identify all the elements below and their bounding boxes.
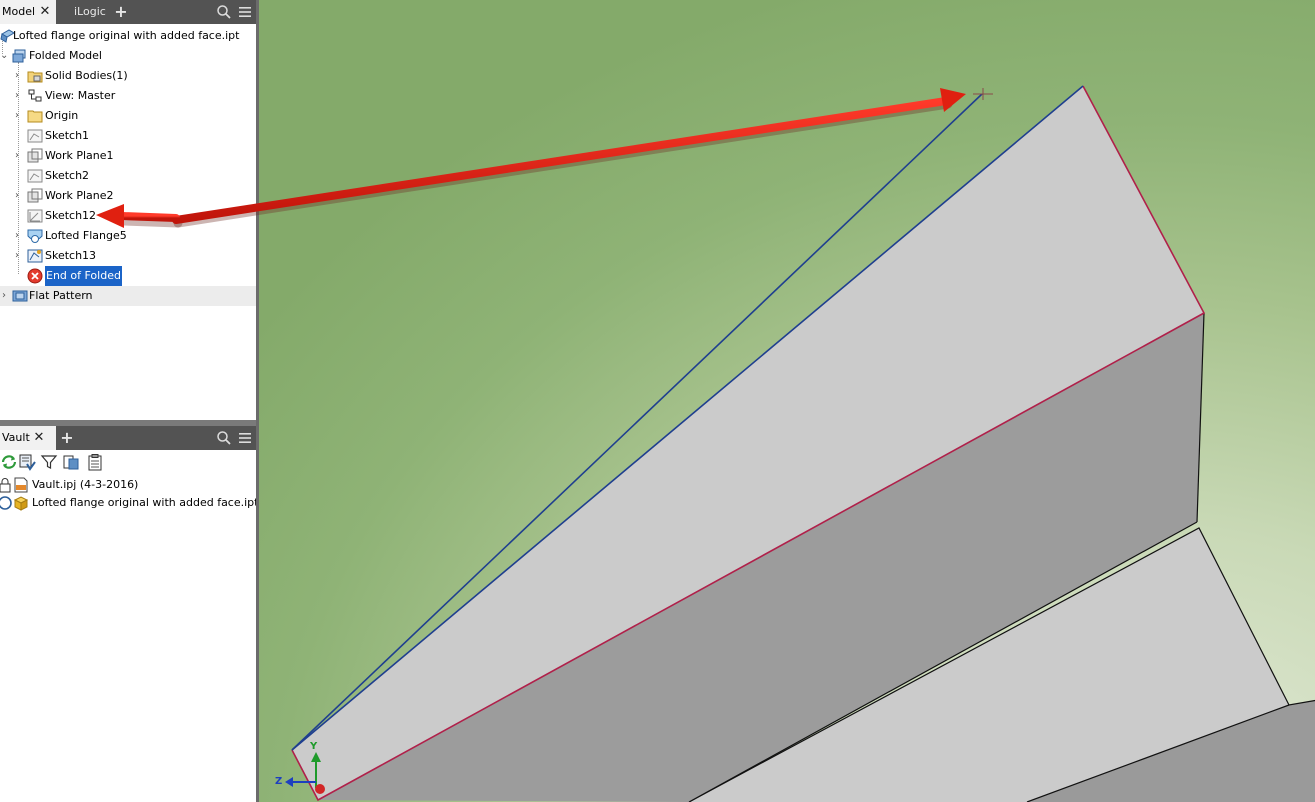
chevron-right-icon[interactable]: › (13, 226, 21, 246)
chevron-down-icon[interactable]: ⌄ (0, 46, 8, 66)
clipboard-icon[interactable] (86, 453, 104, 471)
chevron-right-icon[interactable]: › (13, 86, 21, 106)
origin-folder-icon (27, 110, 43, 123)
tree-item-label: Lofted Flange5 (45, 229, 127, 242)
tree-item-solid-bodies[interactable]: › Solid Bodies(1) (0, 66, 256, 86)
tree-item-label: Folded Model (29, 49, 102, 62)
tree-item-label: Work Plane2 (45, 189, 114, 202)
tree-item-label: View: Master (45, 89, 116, 102)
sketch-icon (27, 209, 43, 223)
tree-item-label: Sketch13 (45, 249, 97, 262)
sketch-icon (27, 169, 43, 183)
tree-item-lofted-flange5[interactable]: › Lofted Flange5 (0, 226, 256, 246)
flat-pattern-icon (12, 290, 28, 302)
tree-item-label: Solid Bodies(1) (45, 69, 128, 82)
chevron-right-icon[interactable]: › (13, 146, 21, 166)
solid-bodies-folder-icon (27, 71, 43, 83)
tree-item-label: Sketch12 (45, 209, 97, 222)
tree-item-work-plane1[interactable]: › Work Plane1 (0, 146, 256, 166)
vault-toolbar (0, 450, 256, 474)
work-plane-icon (27, 188, 43, 203)
project-file-icon (14, 477, 28, 493)
refresh-icon[interactable] (0, 453, 18, 471)
vault-tab-bar: Vault ✕ + (0, 426, 256, 450)
chevron-right-icon[interactable]: › (13, 106, 21, 126)
tree-item-label: Flat Pattern (29, 289, 93, 302)
part-file-icon (13, 496, 29, 511)
tree-item-folded-model[interactable]: ⌄ Folded Model (0, 46, 256, 66)
work-plane-icon (27, 148, 43, 163)
tree-item-view-master[interactable]: › View: Master (0, 86, 256, 106)
lock-icon (0, 478, 11, 493)
chevron-right-icon[interactable]: › (0, 286, 8, 306)
tree-item-flat-pattern[interactable]: › Flat Pattern (0, 286, 256, 306)
folded-model-icon (12, 49, 26, 63)
check-in-icon[interactable] (18, 453, 36, 471)
document-title: Lofted flange original with added face.i… (13, 29, 240, 42)
tree-item-label-selected: End of Folded (45, 266, 122, 286)
vault-item-label: Vault.ipj (4-3-2016) (32, 478, 139, 491)
vault-item-part[interactable]: Lofted flange original with added face.i… (0, 494, 264, 512)
tree-item-label: Sketch2 (45, 169, 90, 182)
filter-icon[interactable] (40, 453, 58, 471)
tree-root-document[interactable]: Lofted flange original with added face.i… (0, 26, 256, 46)
copy-design-icon[interactable] (62, 453, 80, 471)
sketch-point-marker (973, 88, 993, 100)
axis-z-label: Z (275, 776, 283, 787)
status-circle-icon (0, 496, 12, 510)
tab-model-label: Model (2, 5, 36, 18)
tree-item-sketch2[interactable]: Sketch2 (0, 166, 256, 186)
end-of-part-icon (27, 268, 43, 284)
tab-vault[interactable]: Vault (0, 426, 56, 450)
model-graphics (285, 85, 1315, 802)
tab-vault-label: Vault (2, 431, 30, 444)
sketch-icon (27, 129, 43, 143)
vault-item-project[interactable]: Vault.ipj (4-3-2016) (0, 476, 256, 494)
chevron-right-icon[interactable]: › (13, 246, 21, 266)
graphics-viewport[interactable]: Y Z (256, 0, 1315, 802)
tree-item-label: Origin (45, 109, 79, 122)
tree-item-label: Work Plane1 (45, 149, 114, 162)
tree-item-sketch1[interactable]: Sketch1 (0, 126, 256, 146)
menu-icon[interactable] (237, 430, 253, 446)
lofted-flange-icon (27, 229, 43, 243)
chevron-right-icon[interactable]: › (13, 186, 21, 206)
tree-item-work-plane2[interactable]: › Work Plane2 (0, 186, 256, 206)
tree-item-label: Sketch1 (45, 129, 90, 142)
close-icon[interactable]: ✕ (32, 426, 46, 450)
close-icon[interactable]: ✕ (38, 0, 52, 24)
browser-panel: Model ✕ iLogic + Lofted flange original … (0, 0, 264, 802)
sketch-icon (27, 249, 43, 263)
chevron-right-icon[interactable]: › (13, 66, 21, 86)
axis-y-label: Y (310, 741, 318, 752)
search-icon[interactable] (216, 4, 232, 20)
add-tab-icon[interactable]: + (59, 426, 75, 450)
vault-item-label: Lofted flange original with added face.i… (32, 496, 264, 509)
add-tab-icon[interactable]: + (113, 0, 129, 24)
tree-item-end-of-folded[interactable]: End of Folded (0, 266, 256, 286)
search-icon[interactable] (216, 430, 232, 446)
tree-item-sketch12[interactable]: Sketch12 (0, 206, 256, 226)
tab-ilogic-label: iLogic (74, 5, 106, 18)
menu-icon[interactable] (237, 4, 253, 20)
tree-item-sketch13[interactable]: › Sketch13 (0, 246, 256, 266)
view-icon (28, 89, 42, 102)
tree-item-origin[interactable]: › Origin (0, 106, 256, 126)
model-tab-bar: Model ✕ iLogic + (0, 0, 256, 24)
